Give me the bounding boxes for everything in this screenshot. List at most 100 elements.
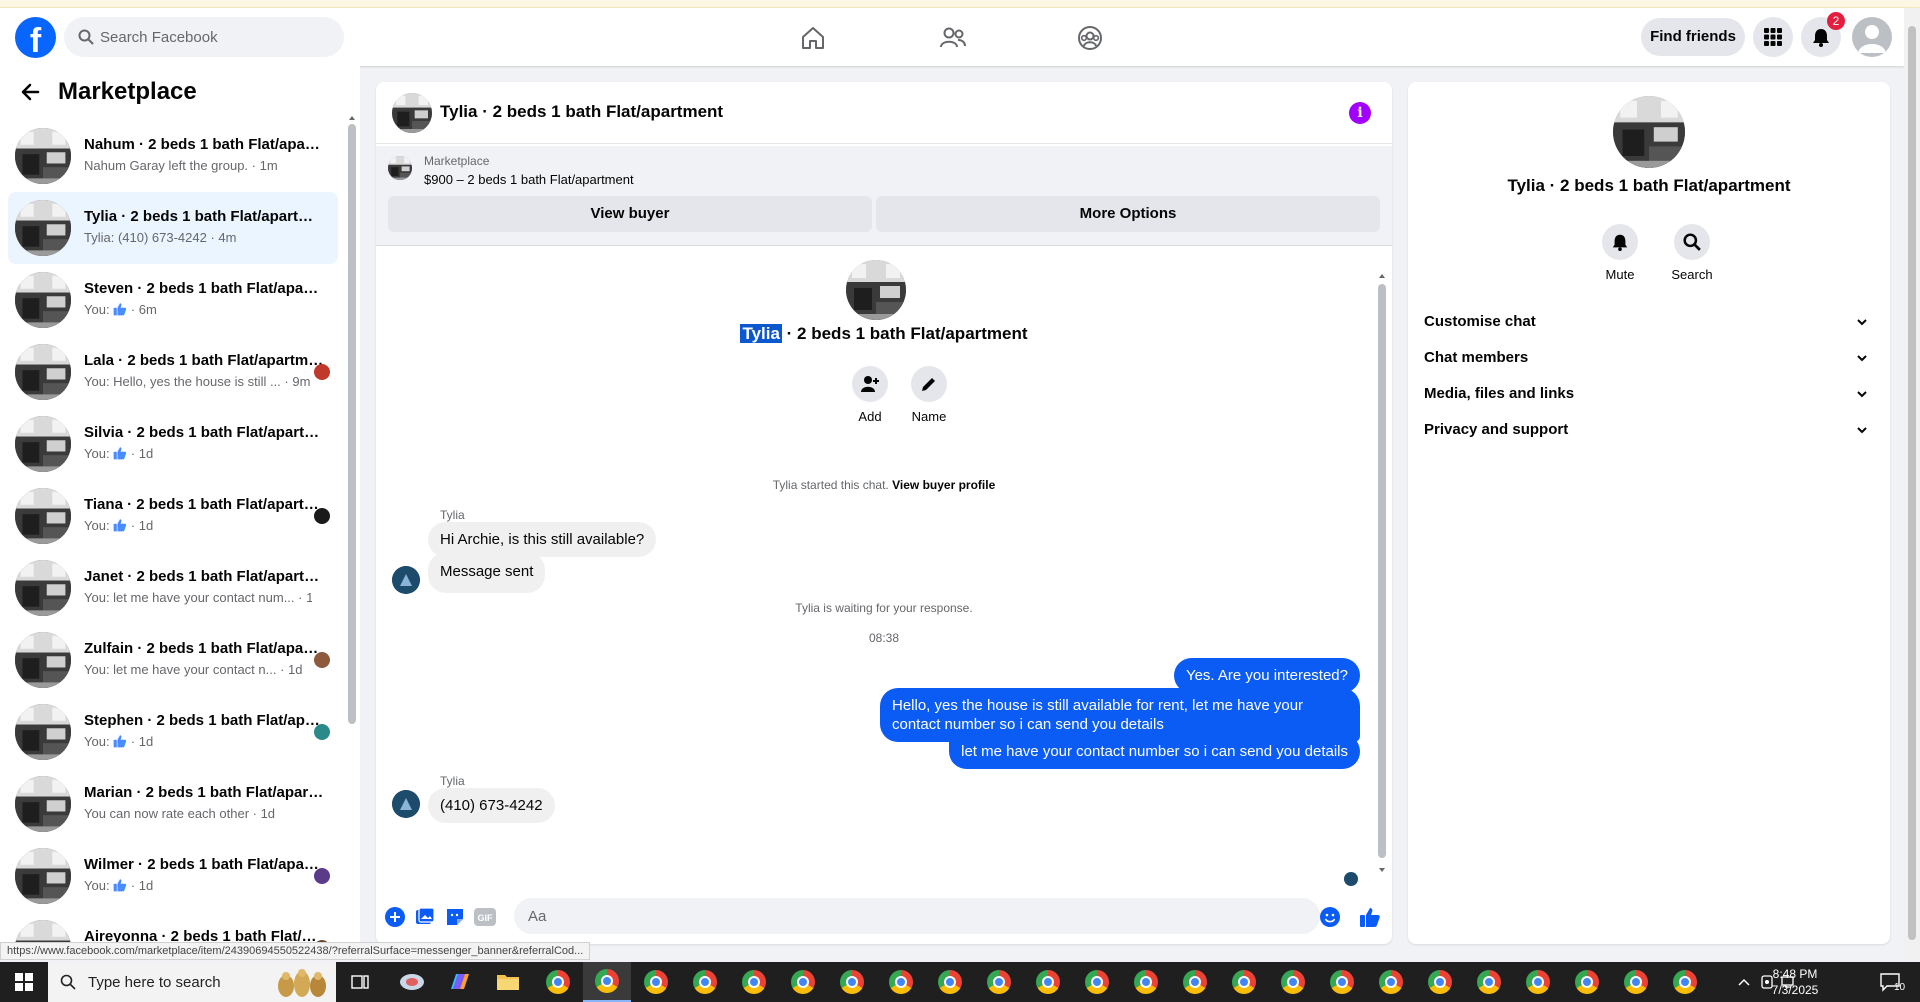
taskbar-clock[interactable]: 8:48 PM 7/3/2025 (1755, 966, 1835, 998)
customise-chat-section[interactable]: Customise chat (1424, 304, 1874, 340)
home-icon[interactable] (797, 22, 829, 54)
view-buyer-button[interactable]: View buyer (388, 196, 872, 232)
chrome-taskbar-icon[interactable] (681, 962, 729, 1002)
chrome-taskbar-icon[interactable] (1073, 962, 1121, 1002)
groups-icon[interactable] (1074, 22, 1106, 54)
conversation-item[interactable]: Janet · 2 beds 1 bath Flat/apartment You:… (8, 552, 338, 624)
chat-info-title: Tylia · 2 beds 1 bath Flat/apartment (1507, 176, 1791, 195)
chrome-taskbar-icon[interactable] (1220, 962, 1268, 1002)
facebook-logo[interactable]: f (15, 17, 56, 58)
conversation-item[interactable]: Marian · 2 beds 1 bath Flat/apartment You… (8, 768, 338, 840)
plus-icon[interactable] (384, 906, 406, 928)
file-explorer-icon[interactable] (484, 962, 532, 1002)
search-input[interactable] (100, 17, 330, 57)
conversation-item[interactable]: Lala · 2 beds 1 bath Flat/apartment You: … (8, 336, 338, 408)
chrome-taskbar-icon[interactable] (877, 962, 925, 1002)
more-options-button[interactable]: More Options (876, 196, 1380, 232)
find-friends-button[interactable]: Find friends (1641, 18, 1745, 56)
view-buyer-profile-link[interactable]: View buyer profile (892, 478, 995, 492)
conversation-item[interactable]: Wilmer · 2 beds 1 bath Flat/apartment You… (8, 840, 338, 912)
conversation-preview: You: · 6m (84, 302, 157, 317)
account-avatar[interactable] (1852, 17, 1892, 57)
chrome-taskbar-icon[interactable] (1563, 962, 1611, 1002)
info-icon[interactable]: i (1349, 102, 1371, 124)
thumbs-up-icon (113, 735, 127, 748)
sticker-icon[interactable] (444, 906, 466, 928)
chrome-taskbar-icon[interactable] (1514, 962, 1562, 1002)
buyer-avatar[interactable] (392, 566, 420, 594)
conversation-item[interactable]: Tylia · 2 beds 1 bath Flat/apartment Tyli… (8, 192, 338, 264)
conversation-title: Zulfain · 2 beds 1 bath Flat/apartment (84, 640, 324, 657)
chrome-taskbar-icon[interactable] (534, 962, 582, 1002)
mute-action[interactable]: Mute (1590, 224, 1650, 282)
tray-overflow-icon[interactable] (1734, 962, 1754, 1002)
emoji-icon[interactable] (1320, 906, 1340, 928)
incoming-message[interactable]: (410) 673-4242 (428, 788, 555, 823)
window-scrollbar[interactable] (1904, 8, 1920, 960)
chrome-taskbar-icon[interactable] (1171, 962, 1219, 1002)
banner-kicker: Marketplace (424, 154, 490, 168)
sidebar-title: Marketplace (58, 78, 197, 105)
chrome-taskbar-icon[interactable] (926, 962, 974, 1002)
taskbar-search[interactable] (48, 962, 336, 1002)
chrome-taskbar-icon[interactable] (1024, 962, 1072, 1002)
menu-grid-button[interactable] (1753, 17, 1793, 57)
seen-indicator-avatar (1344, 872, 1358, 886)
notification-center-icon[interactable]: 10 (1870, 962, 1910, 1002)
chrome-taskbar-icon[interactable] (1318, 962, 1366, 1002)
conversation-item[interactable]: Silvia · 2 beds 1 bath Flat/apartment You… (8, 408, 338, 480)
app-icon-snip[interactable] (388, 962, 436, 1002)
conversation-photo (846, 260, 906, 320)
photo-icon[interactable] (414, 906, 436, 928)
conversation-item[interactable]: Zulfain · 2 beds 1 bath Flat/apartment Yo… (8, 624, 338, 696)
chat-title[interactable]: Tylia · 2 beds 1 bath Flat/apartment (440, 102, 723, 122)
chrome-taskbar-icon[interactable] (1416, 962, 1464, 1002)
sidebar-scrollbar[interactable] (348, 116, 356, 724)
chrome-taskbar-icon[interactable] (1465, 962, 1513, 1002)
add-people-action[interactable]: Add (840, 366, 900, 424)
chrome-taskbar-icon[interactable] (828, 962, 876, 1002)
chat-scrollbar[interactable] (1378, 262, 1386, 882)
conversation-item[interactable]: Tiana · 2 beds 1 bath Flat/apartment You:… (8, 480, 338, 552)
browser-top-strip (0, 0, 1920, 8)
back-arrow-icon[interactable] (20, 82, 40, 102)
buyer-avatar[interactable] (392, 790, 420, 818)
chrome-taskbar-icon[interactable] (1367, 962, 1415, 1002)
listing-description[interactable]: $900 – 2 beds 1 bath Flat/apartment (424, 172, 634, 187)
conversation-thumbnail (15, 200, 71, 256)
chrome-taskbar-icon[interactable] (975, 962, 1023, 1002)
conversation-item[interactable]: Stephen · 2 beds 1 bath Flat/apartment Yo… (8, 696, 338, 768)
conversation-thumbnail (15, 344, 71, 400)
chrome-taskbar-icon[interactable] (1661, 962, 1709, 1002)
conversation-item[interactable]: Nahum · 2 beds 1 bath Flat/apartment Nahu… (8, 120, 338, 192)
search-box[interactable] (64, 17, 344, 57)
chat-members-section[interactable]: Chat members (1424, 340, 1874, 376)
chrome-taskbar-icon[interactable] (583, 962, 631, 1002)
gif-icon[interactable]: GIF (474, 906, 496, 928)
chrome-taskbar-icon[interactable] (1612, 962, 1660, 1002)
incoming-message[interactable]: Message sent (428, 552, 546, 593)
conversation-thumbnail (15, 416, 71, 472)
message-input[interactable] (514, 898, 1320, 934)
app-icon-copilot[interactable] (436, 962, 484, 1002)
chrome-taskbar-icon[interactable] (632, 962, 680, 1002)
taskbar-search-input[interactable] (88, 962, 288, 1002)
thumbs-up-icon (113, 447, 127, 460)
chrome-taskbar-icon[interactable] (1269, 962, 1317, 1002)
task-view-icon[interactable] (336, 962, 384, 1002)
chrome-taskbar-icon[interactable] (730, 962, 778, 1002)
windows-start-button[interactable] (0, 962, 48, 1002)
search-action[interactable]: Search (1662, 224, 1722, 282)
friends-icon[interactable] (937, 22, 969, 54)
media-files-links-section[interactable]: Media, files and links (1424, 376, 1874, 412)
privacy-support-section[interactable]: Privacy and support (1424, 412, 1874, 448)
thumbs-up-send-icon[interactable] (1358, 906, 1382, 928)
edit-name-action[interactable]: Name (899, 366, 959, 424)
chrome-taskbar-icon[interactable] (779, 962, 827, 1002)
chrome-taskbar-icon[interactable] (1122, 962, 1170, 1002)
outgoing-message[interactable]: let me have your contact number so i can… (949, 734, 1360, 769)
seen-avatar (314, 868, 330, 884)
conversation-item[interactable]: Steven · 2 beds 1 bath Flat/apartment You… (8, 264, 338, 336)
message-thread: Tylia · 2 beds 1 bath Flat/apartment Add… (376, 246, 1392, 886)
chat-info-panel: Tylia · 2 beds 1 bath Flat/apartment Mut… (1408, 82, 1890, 944)
